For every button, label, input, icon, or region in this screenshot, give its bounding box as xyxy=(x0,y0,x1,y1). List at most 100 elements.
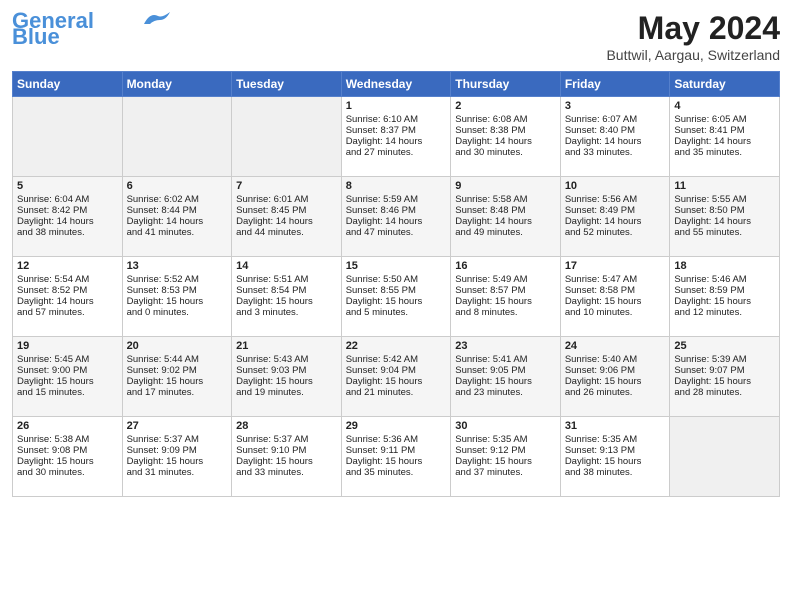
day-info: Sunrise: 5:39 AM xyxy=(674,354,775,365)
day-number: 4 xyxy=(674,100,775,112)
day-info: Sunset: 9:12 PM xyxy=(455,445,556,456)
weekday-header-thursday: Thursday xyxy=(451,72,561,97)
day-info: Sunset: 9:02 PM xyxy=(127,365,228,376)
calendar-cell: 4Sunrise: 6:05 AMSunset: 8:41 PMDaylight… xyxy=(670,97,780,177)
calendar-cell: 18Sunrise: 5:46 AMSunset: 8:59 PMDayligh… xyxy=(670,257,780,337)
day-number: 28 xyxy=(236,420,337,432)
day-info: Sunset: 8:57 PM xyxy=(455,285,556,296)
location-subtitle: Buttwil, Aargau, Switzerland xyxy=(606,47,780,63)
day-info: Sunset: 8:46 PM xyxy=(346,205,447,216)
day-info: Daylight: 14 hours xyxy=(565,216,666,227)
day-info: Sunset: 9:11 PM xyxy=(346,445,447,456)
title-block: May 2024 Buttwil, Aargau, Switzerland xyxy=(606,10,780,63)
day-info: Daylight: 14 hours xyxy=(17,296,118,307)
calendar-cell: 6Sunrise: 6:02 AMSunset: 8:44 PMDaylight… xyxy=(122,177,232,257)
day-info: Sunrise: 5:40 AM xyxy=(565,354,666,365)
day-info: Daylight: 15 hours xyxy=(455,456,556,467)
day-info: and 49 minutes. xyxy=(455,227,556,238)
day-info: Sunset: 8:45 PM xyxy=(236,205,337,216)
calendar-cell: 25Sunrise: 5:39 AMSunset: 9:07 PMDayligh… xyxy=(670,337,780,417)
day-number: 11 xyxy=(674,180,775,192)
day-info: Sunset: 8:48 PM xyxy=(455,205,556,216)
day-number: 30 xyxy=(455,420,556,432)
calendar-cell: 3Sunrise: 6:07 AMSunset: 8:40 PMDaylight… xyxy=(560,97,670,177)
day-info: Daylight: 15 hours xyxy=(127,456,228,467)
calendar-cell: 16Sunrise: 5:49 AMSunset: 8:57 PMDayligh… xyxy=(451,257,561,337)
day-info: Sunrise: 5:49 AM xyxy=(455,274,556,285)
day-info: Sunset: 9:07 PM xyxy=(674,365,775,376)
day-info: Sunrise: 5:45 AM xyxy=(17,354,118,365)
day-info: and 15 minutes. xyxy=(17,387,118,398)
day-info: Sunrise: 6:10 AM xyxy=(346,114,447,125)
day-info: Sunset: 8:40 PM xyxy=(565,125,666,136)
day-info: Sunset: 9:05 PM xyxy=(455,365,556,376)
calendar-cell: 22 Sunrise: 5:42 AMSunset: 9:04 PMDayligh… xyxy=(341,337,451,417)
calendar-cell: 27Sunrise: 5:37 AMSunset: 9:09 PMDayligh… xyxy=(122,417,232,497)
logo: General Blue xyxy=(12,10,172,48)
day-info: and 55 minutes. xyxy=(674,227,775,238)
day-info: and 28 minutes. xyxy=(674,387,775,398)
day-info: and 12 minutes. xyxy=(674,307,775,318)
calendar-cell: 1Sunrise: 6:10 AMSunset: 8:37 PMDaylight… xyxy=(341,97,451,177)
day-info: Sunset: 9:00 PM xyxy=(17,365,118,376)
day-info: Sunrise: 5:41 AM xyxy=(455,354,556,365)
weekday-header-friday: Friday xyxy=(560,72,670,97)
page-header: General Blue May 2024 Buttwil, Aargau, S… xyxy=(12,10,780,63)
day-info: Sunset: 8:59 PM xyxy=(674,285,775,296)
day-info: and 8 minutes. xyxy=(455,307,556,318)
calendar-cell xyxy=(232,97,342,177)
day-info: Daylight: 15 hours xyxy=(127,376,228,387)
day-info: and 3 minutes. xyxy=(236,307,337,318)
calendar-cell: 24Sunrise: 5:40 AMSunset: 9:06 PMDayligh… xyxy=(560,337,670,417)
day-info: Sunrise: 5:35 AM xyxy=(455,434,556,445)
day-info: Sunrise: 5:42 AM xyxy=(346,354,447,365)
day-number: 16 xyxy=(455,260,556,272)
calendar-table: SundayMondayTuesdayWednesdayThursdayFrid… xyxy=(12,71,780,497)
day-info: Daylight: 14 hours xyxy=(346,136,447,147)
day-info: Sunset: 9:04 PM xyxy=(346,365,447,376)
day-info: Daylight: 15 hours xyxy=(565,376,666,387)
day-info: Sunrise: 5:35 AM xyxy=(565,434,666,445)
day-info: and 0 minutes. xyxy=(127,307,228,318)
calendar-cell: 28Sunrise: 5:37 AMSunset: 9:10 PMDayligh… xyxy=(232,417,342,497)
day-info: Sunrise: 6:02 AM xyxy=(127,194,228,205)
day-number: 22 xyxy=(346,340,447,352)
calendar-cell: 29Sunrise: 5:36 AMSunset: 9:11 PMDayligh… xyxy=(341,417,451,497)
day-info: Sunset: 8:50 PM xyxy=(674,205,775,216)
day-info: Sunset: 8:55 PM xyxy=(346,285,447,296)
weekday-header-tuesday: Tuesday xyxy=(232,72,342,97)
day-info: and 41 minutes. xyxy=(127,227,228,238)
day-info: Sunset: 8:54 PM xyxy=(236,285,337,296)
day-info: Daylight: 14 hours xyxy=(455,136,556,147)
logo-bird-icon xyxy=(142,10,172,28)
calendar-cell: 19Sunrise: 5:45 AMSunset: 9:00 PMDayligh… xyxy=(13,337,123,417)
day-number: 6 xyxy=(127,180,228,192)
day-info: Sunrise: 5:59 AM xyxy=(346,194,447,205)
day-number: 14 xyxy=(236,260,337,272)
calendar-cell: 2Sunrise: 6:08 AMSunset: 8:38 PMDaylight… xyxy=(451,97,561,177)
calendar-week-row: 12Sunrise: 5:54 AMSunset: 8:52 PMDayligh… xyxy=(13,257,780,337)
calendar-cell: 8Sunrise: 5:59 AMSunset: 8:46 PMDaylight… xyxy=(341,177,451,257)
day-info: and 31 minutes. xyxy=(127,467,228,478)
day-info: Daylight: 15 hours xyxy=(346,376,447,387)
calendar-cell: 15Sunrise: 5:50 AMSunset: 8:55 PMDayligh… xyxy=(341,257,451,337)
day-number: 24 xyxy=(565,340,666,352)
day-info: Sunrise: 5:50 AM xyxy=(346,274,447,285)
day-info: Sunrise: 5:36 AM xyxy=(346,434,447,445)
calendar-cell: 31Sunrise: 5:35 AMSunset: 9:13 PMDayligh… xyxy=(560,417,670,497)
day-info: Daylight: 15 hours xyxy=(346,296,447,307)
day-number: 25 xyxy=(674,340,775,352)
day-info: Sunset: 9:13 PM xyxy=(565,445,666,456)
day-info: and 19 minutes. xyxy=(236,387,337,398)
day-number: 10 xyxy=(565,180,666,192)
day-info: Sunrise: 6:05 AM xyxy=(674,114,775,125)
calendar-cell: 23Sunrise: 5:41 AMSunset: 9:05 PMDayligh… xyxy=(451,337,561,417)
day-number: 7 xyxy=(236,180,337,192)
day-info: and 35 minutes. xyxy=(346,467,447,478)
day-info: Daylight: 15 hours xyxy=(455,376,556,387)
day-info: and 23 minutes. xyxy=(455,387,556,398)
day-info: Sunset: 8:58 PM xyxy=(565,285,666,296)
calendar-cell xyxy=(13,97,123,177)
day-info: Daylight: 15 hours xyxy=(346,456,447,467)
day-number: 2 xyxy=(455,100,556,112)
